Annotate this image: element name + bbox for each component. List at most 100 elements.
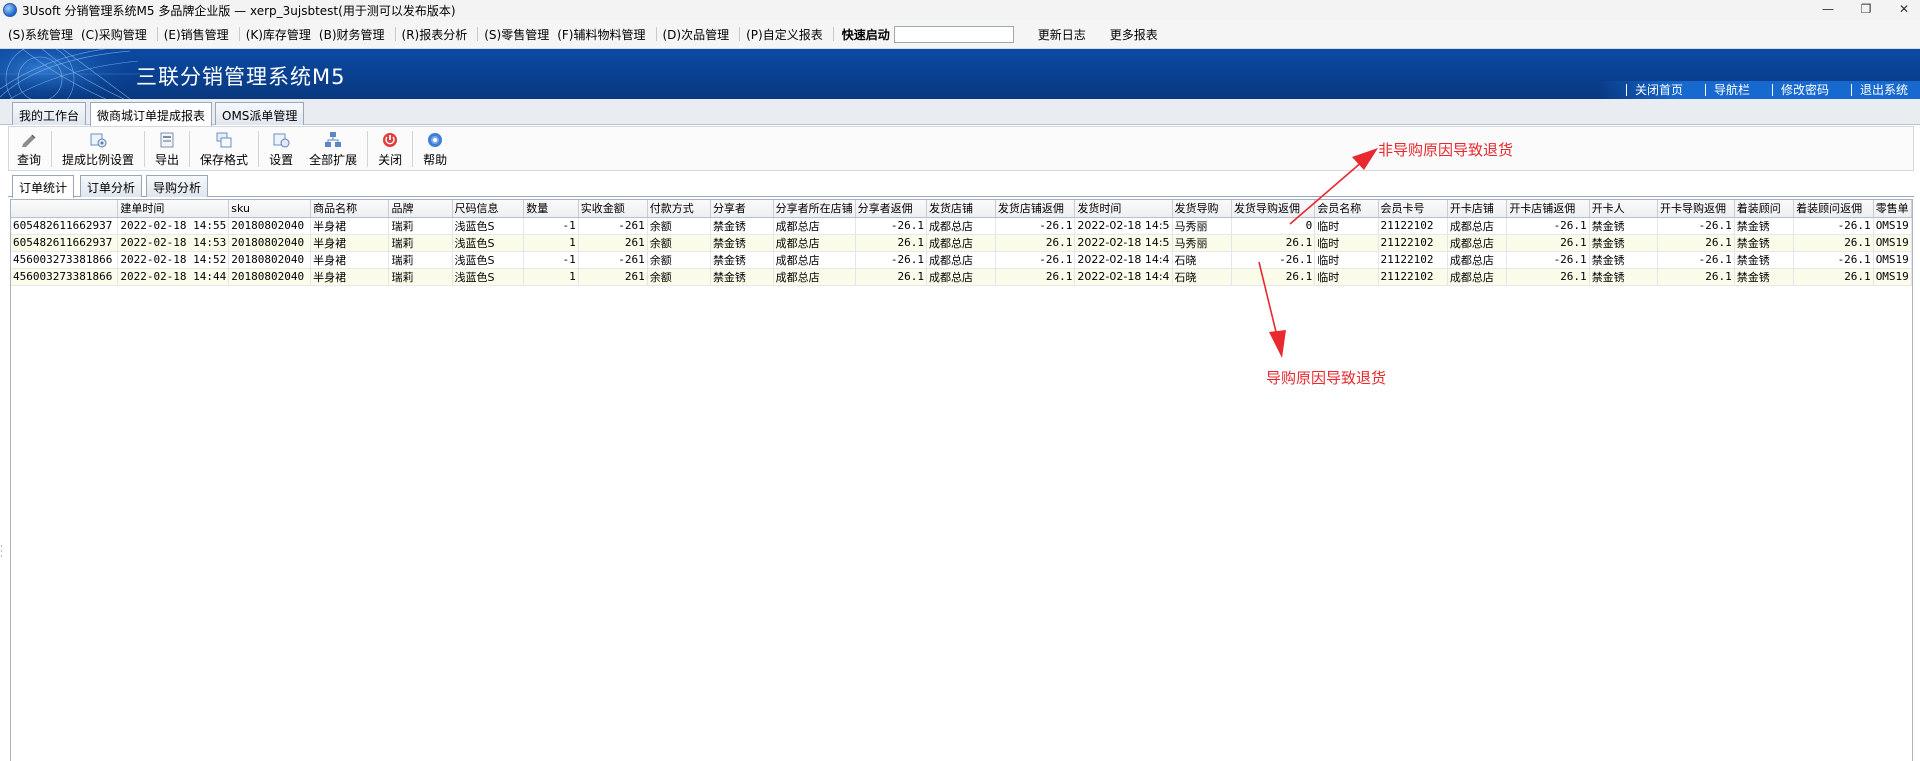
close-button[interactable]: 关闭 bbox=[370, 131, 410, 168]
table-cell: 禁金锈 bbox=[710, 251, 774, 269]
menu-finance[interactable]: (B)财务管理 bbox=[317, 26, 391, 43]
menu-separator bbox=[832, 27, 834, 41]
tab-order-analysis[interactable]: 订单分析 bbox=[80, 175, 143, 197]
column-header[interactable]: 开卡店铺返佣 bbox=[1506, 200, 1590, 218]
menu-reports[interactable]: (R)报表分析 bbox=[400, 26, 474, 43]
column-header[interactable]: 分享者返佣 bbox=[855, 200, 927, 218]
table-cell: 26.1 bbox=[1657, 268, 1735, 286]
table-cell: 成都总店 bbox=[1447, 251, 1508, 269]
column-header[interactable]: 品牌 bbox=[388, 200, 453, 218]
table-cell: 26.1 bbox=[1231, 234, 1316, 252]
table-cell: OMS19 bbox=[1873, 234, 1912, 252]
column-header[interactable]: 发货店铺 bbox=[926, 200, 996, 218]
restore-button[interactable]: ❐ bbox=[1858, 2, 1874, 16]
column-header[interactable] bbox=[11, 200, 119, 218]
column-header[interactable]: 开卡店铺 bbox=[1447, 200, 1508, 218]
table-cell: -26.1 bbox=[855, 251, 927, 269]
table-cell: 临时 bbox=[1314, 234, 1379, 252]
update-log-link[interactable]: 更新日志 bbox=[1038, 26, 1086, 43]
table-cell: 成都总店 bbox=[926, 268, 996, 286]
query-label: 查询 bbox=[17, 153, 42, 167]
query-button[interactable]: 查询 bbox=[9, 131, 49, 168]
menu-materials[interactable]: (F)辅料物料管理 bbox=[555, 26, 651, 43]
column-header[interactable]: 商品名称 bbox=[310, 200, 390, 218]
menu-separator bbox=[156, 27, 158, 41]
column-header[interactable]: 分享者所在店铺 bbox=[773, 200, 856, 218]
quick-launch-label: 快速启动 bbox=[841, 27, 890, 42]
ratio-settings-label: 提成比例设置 bbox=[62, 153, 135, 167]
ratio-settings-button[interactable]: 提成比例设置 bbox=[54, 131, 142, 168]
more-reports-link[interactable]: 更多报表 bbox=[1110, 26, 1158, 43]
column-header[interactable]: 数量 bbox=[523, 200, 579, 218]
settings-button[interactable]: 设置 bbox=[261, 131, 301, 168]
column-header[interactable]: 分享者 bbox=[710, 200, 774, 218]
table-row[interactable]: 605482611662937 2022-02-18 14:53 201808020… bbox=[11, 234, 1912, 252]
help-label: 帮助 bbox=[423, 153, 448, 167]
toolbar: 查询 提成比例设置 导出 保存格式 设置 全部扩展 关闭 帮助 bbox=[8, 126, 1914, 171]
tab-commission-report[interactable]: 微商城订单提成报表 bbox=[90, 102, 213, 126]
menu-inventory[interactable]: (K)库存管理 bbox=[244, 26, 317, 43]
table-cell: 26.1 bbox=[855, 268, 927, 286]
column-header[interactable]: 开卡人 bbox=[1589, 200, 1659, 218]
menu-sales[interactable]: (E)销售管理 bbox=[162, 26, 235, 43]
column-header[interactable]: 尺码信息 bbox=[452, 200, 525, 218]
tab-order-stats[interactable]: 订单统计 bbox=[12, 175, 75, 198]
menu-custom-reports[interactable]: (P)自定义报表 bbox=[744, 26, 829, 43]
table-row[interactable]: 456003273381866 2022-02-18 14:44 201808020… bbox=[11, 268, 1912, 286]
column-header[interactable]: 零售单 bbox=[1873, 200, 1912, 218]
menu-purchase[interactable]: (C)采购管理 bbox=[79, 26, 153, 43]
table-cell: 禁金锈 bbox=[1734, 251, 1795, 269]
column-header[interactable]: 会员卡号 bbox=[1378, 200, 1448, 218]
table-cell: 禁金锈 bbox=[710, 234, 774, 252]
tab-workbench[interactable]: 我的工作台 bbox=[12, 102, 87, 125]
table-cell: 禁金锈 bbox=[710, 268, 774, 286]
column-header[interactable]: 着装顾问返佣 bbox=[1793, 200, 1874, 218]
column-header[interactable]: 着装顾问 bbox=[1734, 200, 1795, 218]
table-row[interactable]: 605482611662937 2022-02-18 14:55 201808020… bbox=[11, 217, 1912, 235]
change-password-link[interactable]: 修改密码 bbox=[1771, 84, 1841, 96]
exit-system-link[interactable]: 退出系统 bbox=[1850, 84, 1920, 96]
column-header[interactable]: 开卡导购返佣 bbox=[1657, 200, 1735, 218]
minimize-button[interactable]: — bbox=[1820, 2, 1836, 16]
pencil-icon bbox=[22, 134, 36, 147]
table-cell: 21122102 bbox=[1378, 268, 1448, 286]
save-format-label: 保存格式 bbox=[200, 153, 249, 167]
table-cell: 1 bbox=[523, 268, 579, 286]
banner-title: 三联分销管理系统M5 bbox=[136, 65, 346, 89]
export-button[interactable]: 导出 bbox=[147, 131, 187, 168]
nav-bar-link[interactable]: 导航栏 bbox=[1704, 84, 1762, 96]
help-icon bbox=[428, 133, 443, 147]
save-format-button[interactable]: 保存格式 bbox=[192, 131, 256, 168]
table-cell: 2022-02-18 14:5 bbox=[1074, 234, 1173, 252]
column-header[interactable]: 会员名称 bbox=[1314, 200, 1379, 218]
menu-retail[interactable]: (S)零售管理 bbox=[482, 26, 555, 43]
column-header[interactable]: 付款方式 bbox=[647, 200, 711, 218]
column-header[interactable]: sku bbox=[228, 200, 312, 218]
close-home-link[interactable]: 关闭首页 bbox=[1625, 84, 1695, 96]
splitter-grip[interactable]: · · · bbox=[0, 543, 4, 565]
table-row[interactable]: 456003273381866 2022-02-18 14:52 201808020… bbox=[11, 251, 1912, 269]
menu-system[interactable]: (S)系统管理 bbox=[6, 26, 79, 43]
tree-icon bbox=[325, 132, 342, 147]
quick-launch-input[interactable] bbox=[893, 25, 1014, 43]
table-cell: 2022-02-18 14:53 bbox=[117, 234, 230, 252]
save-format-icon bbox=[216, 132, 232, 148]
table-cell: 21122102 bbox=[1378, 234, 1448, 252]
column-header[interactable]: 发货店铺返佣 bbox=[995, 200, 1076, 218]
column-header[interactable]: 发货时间 bbox=[1074, 200, 1173, 218]
table-cell: -26.1 bbox=[1506, 251, 1590, 269]
menu-defective[interactable]: (D)次品管理 bbox=[661, 26, 736, 43]
tab-oms-dispatch[interactable]: OMS派单管理 bbox=[215, 102, 305, 125]
table-cell: 禁金锈 bbox=[1734, 268, 1795, 286]
column-header[interactable]: 建单时间 bbox=[117, 200, 230, 218]
close-window-button[interactable]: ✕ bbox=[1896, 2, 1912, 16]
help-button[interactable]: 帮助 bbox=[415, 131, 455, 168]
tab-guide-analysis[interactable]: 导购分析 bbox=[146, 175, 209, 197]
column-header[interactable]: 实收金额 bbox=[578, 200, 648, 218]
expand-all-button[interactable]: 全部扩展 bbox=[301, 131, 365, 168]
table-cell: 2022-02-18 14:44 bbox=[117, 268, 230, 286]
column-header[interactable]: 发货导购返佣 bbox=[1231, 200, 1316, 218]
table-cell: OMS19 bbox=[1873, 268, 1912, 286]
table-cell: 2022-02-18 14:55 bbox=[117, 217, 230, 235]
column-header[interactable]: 发货导购 bbox=[1172, 200, 1232, 218]
